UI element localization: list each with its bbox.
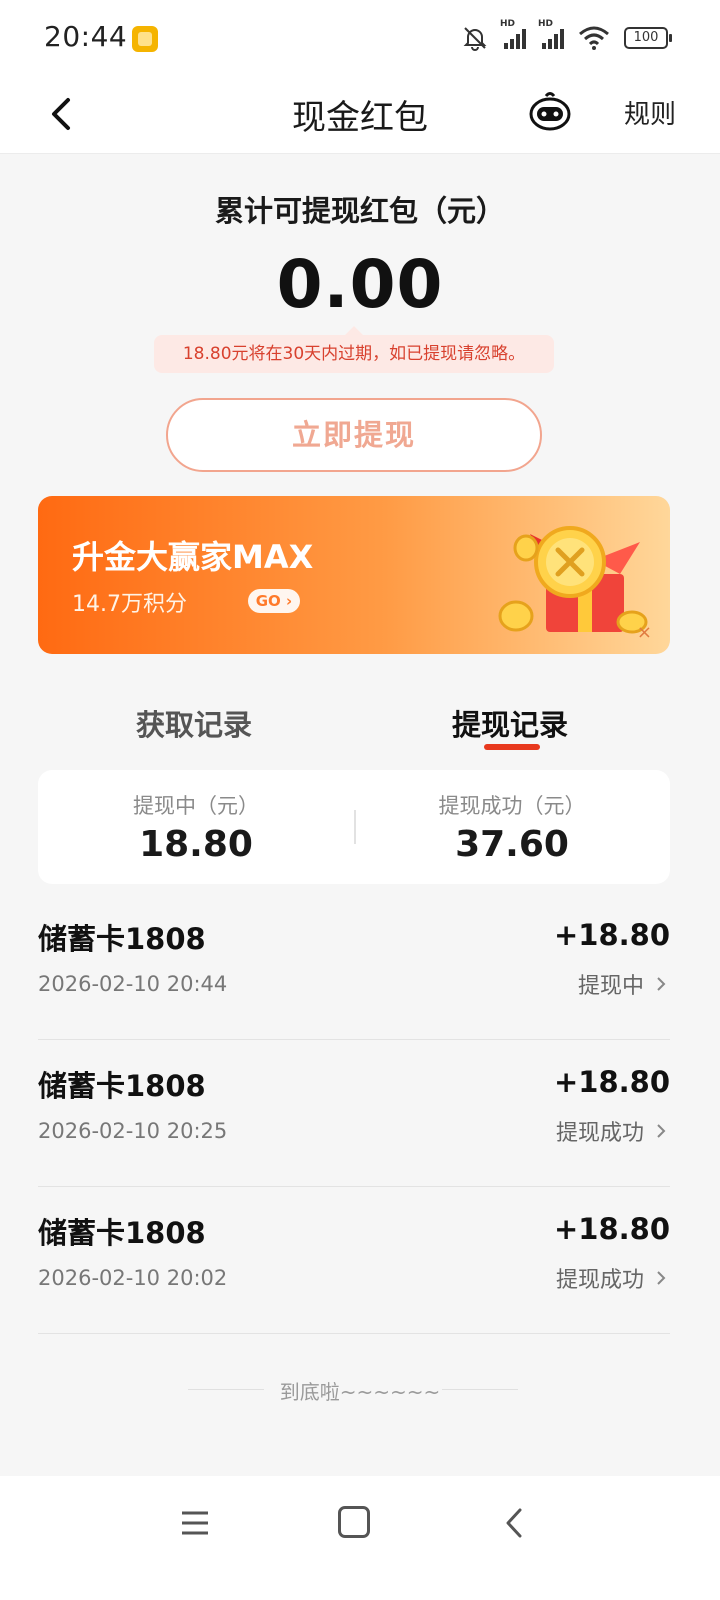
record-status: 提现中 bbox=[577, 974, 644, 999]
tab-acquire-records[interactable]: 获取记录 bbox=[136, 702, 252, 744]
record-date: 2026-02-10 20:02 bbox=[38, 1266, 228, 1290]
success-value: 37.60 bbox=[455, 824, 569, 865]
record-status-link[interactable]: 提现中 bbox=[578, 968, 670, 1000]
pending-label: 提现中（元） bbox=[133, 794, 259, 818]
record-card-name: 储蓄卡1808 bbox=[38, 1069, 206, 1103]
mute-bell-icon bbox=[463, 27, 487, 51]
success-label: 提现成功（元） bbox=[438, 794, 586, 818]
rules-link[interactable]: 规则 bbox=[624, 94, 676, 131]
app-notification-icon bbox=[132, 26, 158, 52]
system-back-icon[interactable] bbox=[500, 1506, 530, 1540]
record-status: 提现成功 bbox=[555, 1121, 644, 1146]
page-title: 现金红包 bbox=[292, 98, 428, 138]
home-icon[interactable] bbox=[338, 1506, 370, 1538]
nav-bar: 现金红包 规则 bbox=[0, 76, 720, 154]
signal-icon-2: HD bbox=[538, 19, 564, 49]
record-date: 2026-02-10 20:44 bbox=[38, 972, 228, 996]
signal-icon-1: HD bbox=[500, 19, 526, 49]
record-status-link[interactable]: 提现成功 bbox=[556, 1262, 670, 1294]
expire-notice: 18.80元将在30天内过期，如已提现请忽略。 bbox=[154, 326, 554, 373]
end-of-list-note: 到底啦~~~~~~ bbox=[0, 1376, 720, 1405]
promo-banner[interactable]: 升金大赢家MAX 14.7万积分 GO › × bbox=[38, 496, 670, 654]
balance-value: 0.00 bbox=[276, 246, 444, 323]
record-amount: +18.80 bbox=[553, 1212, 670, 1246]
active-tab-indicator bbox=[484, 744, 540, 750]
record-card-name: 储蓄卡1808 bbox=[38, 1216, 206, 1250]
chevron-right-icon bbox=[657, 1271, 666, 1285]
record-card-name: 储蓄卡1808 bbox=[38, 922, 206, 956]
record-status-link[interactable]: 提现成功 bbox=[556, 1115, 670, 1147]
banner-go-label: GO bbox=[255, 592, 281, 610]
menu-icon[interactable] bbox=[180, 1508, 210, 1538]
wifi-icon bbox=[579, 26, 609, 50]
banner-title: 升金大赢家MAX bbox=[72, 538, 314, 576]
success-column: 提现成功（元） 37.60 bbox=[354, 770, 670, 884]
list-item[interactable]: 储蓄卡1808 2026-02-10 20:02 +18.80 提现成功 bbox=[38, 1186, 670, 1334]
gift-box-icon bbox=[498, 526, 648, 634]
list-item[interactable]: 储蓄卡1808 2026-02-10 20:44 +18.80 提现中 bbox=[38, 892, 670, 1040]
pending-value: 18.80 bbox=[139, 824, 253, 865]
record-amount: +18.80 bbox=[553, 1065, 670, 1099]
status-icons: HD HD 100 bbox=[462, 19, 672, 54]
status-time: 20:44 bbox=[44, 20, 128, 53]
pending-column: 提现中（元） 18.80 bbox=[38, 770, 354, 884]
banner-go-button[interactable]: GO › bbox=[248, 589, 300, 613]
withdraw-now-button[interactable]: 立即提现 bbox=[166, 398, 542, 472]
list-item[interactable]: 储蓄卡1808 2026-02-10 20:25 +18.80 提现成功 bbox=[38, 1039, 670, 1187]
record-tabs: 获取记录 提现记录 bbox=[0, 682, 720, 762]
withdraw-summary-card: 提现中（元） 18.80 提现成功（元） 37.60 bbox=[38, 770, 670, 884]
status-bar: 20:44 HD HD 100 bbox=[0, 0, 720, 76]
chevron-right-icon bbox=[657, 1124, 666, 1138]
hd-label-2: HD bbox=[538, 19, 554, 29]
record-date: 2026-02-10 20:25 bbox=[38, 1119, 228, 1143]
record-amount: +18.80 bbox=[553, 918, 670, 952]
chevron-right-icon bbox=[657, 977, 666, 991]
banner-close-icon[interactable]: × bbox=[637, 622, 652, 643]
robot-assistant-icon[interactable] bbox=[526, 88, 574, 136]
banner-subtitle: 14.7万积分 bbox=[72, 592, 187, 617]
tab-withdraw-records[interactable]: 提现记录 bbox=[452, 702, 568, 744]
balance-label: 累计可提现红包（元） bbox=[214, 194, 505, 228]
battery-icon: 100 bbox=[624, 27, 672, 49]
hd-label-1: HD bbox=[500, 19, 516, 29]
record-status: 提现成功 bbox=[555, 1268, 644, 1293]
system-nav-bar bbox=[0, 1476, 720, 1600]
